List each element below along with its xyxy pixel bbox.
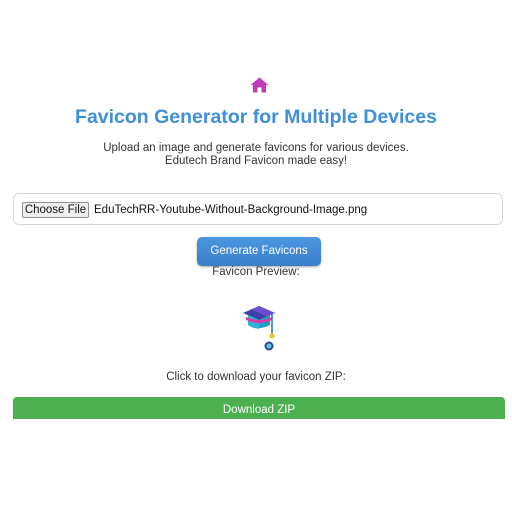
choose-file-button[interactable]: Choose File — [22, 202, 89, 218]
subtitle-line-1: Upload an image and generate favicons fo… — [103, 142, 409, 154]
home-icon — [250, 77, 269, 93]
download-zip-button[interactable]: Download ZIP — [13, 397, 505, 419]
download-prompt: Click to download your favicon ZIP: — [166, 371, 346, 383]
selected-file-name: EduTechRR-Youtube-Without-Background-Ima… — [94, 204, 368, 216]
subtitle-line-2: Edutech Brand Favicon made easy! — [164, 155, 348, 167]
page-subtitle: Upload an image and generate favicons fo… — [0, 142, 512, 168]
favicon-preview-image — [243, 306, 275, 351]
page-title: Favicon Generator for Multiple Devices — [75, 106, 437, 128]
favicon-preview-label: Favicon Preview: — [212, 266, 300, 278]
file-upload-field[interactable]: Choose File EduTechRR-Youtube-Without-Ba… — [13, 193, 503, 225]
generate-favicons-button[interactable]: Generate Favicons — [197, 237, 321, 266]
